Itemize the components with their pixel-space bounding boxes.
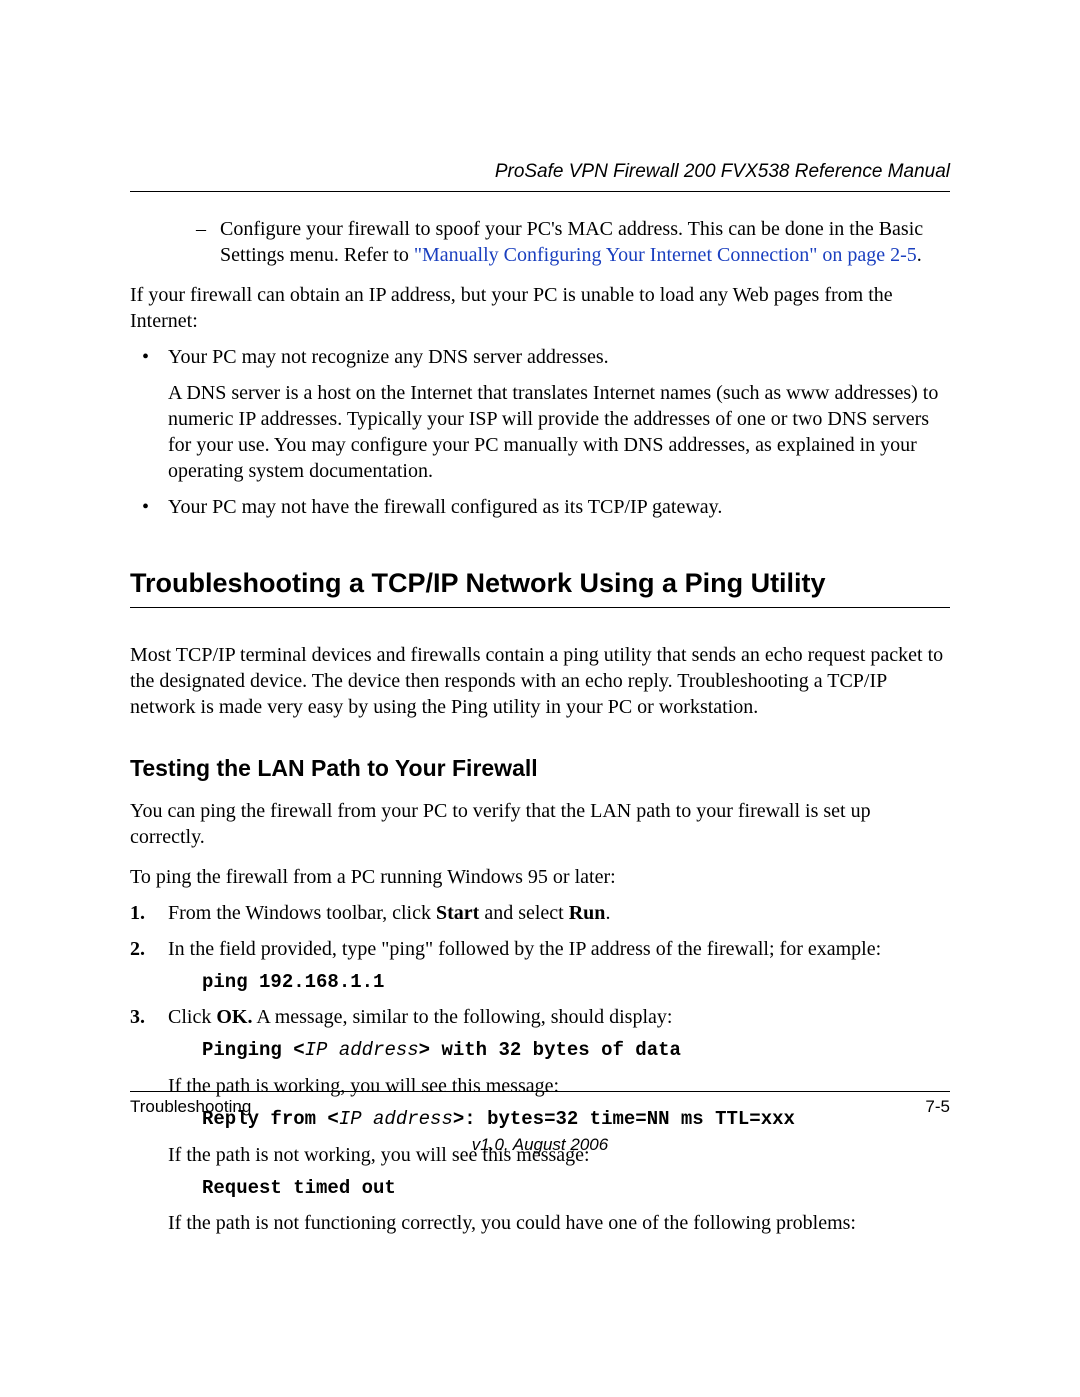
paragraph: Most TCP/IP terminal devices and firewal… — [130, 642, 950, 720]
section-rule — [130, 607, 950, 608]
bullet-list-item: • Your PC may not have the firewall conf… — [130, 494, 950, 520]
ui-label: Run — [569, 902, 606, 924]
section-heading: Troubleshooting a TCP/IP Network Using a… — [130, 566, 950, 601]
code-example: ping 192.168.1.1 — [130, 970, 950, 995]
ordered-list-item: 3. Click OK. A message, similar to the f… — [130, 1004, 950, 1030]
list-text: Click OK. A message, similar to the foll… — [168, 1004, 672, 1030]
ordered-list-item: 1. From the Windows toolbar, click Start… — [130, 900, 950, 926]
ui-label: Start — [436, 902, 479, 924]
text: and select — [479, 902, 568, 924]
list-number: 3. — [130, 1004, 168, 1030]
list-number: 2. — [130, 936, 168, 962]
code-text: > with 32 bytes of data — [419, 1039, 681, 1061]
list-text: From the Windows toolbar, click Start an… — [168, 900, 610, 926]
bullet-text: Your PC may not recognize any DNS server… — [168, 344, 609, 370]
footer-chapter: Troubleshooting — [130, 1096, 251, 1118]
code-example: Pinging <IP address> with 32 bytes of da… — [130, 1038, 950, 1063]
text: . — [917, 244, 922, 266]
cross-reference-link[interactable]: "Manually Configuring Your Internet Conn… — [414, 244, 917, 266]
code-example: Request timed out — [130, 1176, 950, 1201]
bullet-text: Your PC may not have the firewall config… — [168, 494, 722, 520]
bullet-list-item: • Your PC may not recognize any DNS serv… — [130, 344, 950, 370]
running-header: ProSafe VPN Firewall 200 FVX538 Referenc… — [130, 160, 950, 185]
text: Click — [168, 1006, 216, 1028]
bullet-sub-paragraph: A DNS server is a host on the Internet t… — [130, 380, 950, 484]
code-text: Pinging < — [202, 1039, 305, 1061]
dash-item-text: Configure your firewall to spoof your PC… — [220, 216, 950, 268]
sub-heading: Testing the LAN Path to Your Firewall — [130, 754, 950, 784]
page: ProSafe VPN Firewall 200 FVX538 Referenc… — [0, 0, 1080, 1397]
paragraph: You can ping the firewall from your PC t… — [130, 798, 950, 850]
footer-page-number: 7-5 — [925, 1096, 950, 1118]
bullet-icon: • — [142, 494, 168, 520]
text: From the Windows toolbar, click — [168, 902, 436, 924]
dash-list-item: – Configure your firewall to spoof your … — [130, 216, 950, 268]
code-text: >: bytes=32 time=NN ms TTL=xxx — [453, 1108, 795, 1130]
paragraph: If your firewall can obtain an IP addres… — [130, 282, 950, 334]
code-placeholder: IP address — [305, 1039, 419, 1061]
ui-label: OK. — [216, 1006, 252, 1028]
list-text: In the field provided, type "ping" follo… — [168, 936, 881, 962]
ordered-list-item: 2. In the field provided, type "ping" fo… — [130, 936, 950, 962]
code-placeholder: IP address — [339, 1108, 453, 1130]
indented-paragraph: If the path is not functioning correctly… — [130, 1210, 950, 1236]
text: . — [605, 902, 610, 924]
header-rule — [130, 191, 950, 192]
paragraph: To ping the firewall from a PC running W… — [130, 864, 950, 890]
dash-bullet: – — [196, 216, 220, 268]
text: A message, similar to the following, sho… — [252, 1006, 672, 1028]
list-number: 1. — [130, 900, 168, 926]
content: – Configure your firewall to spoof your … — [130, 216, 950, 1091]
bullet-icon: • — [142, 344, 168, 370]
